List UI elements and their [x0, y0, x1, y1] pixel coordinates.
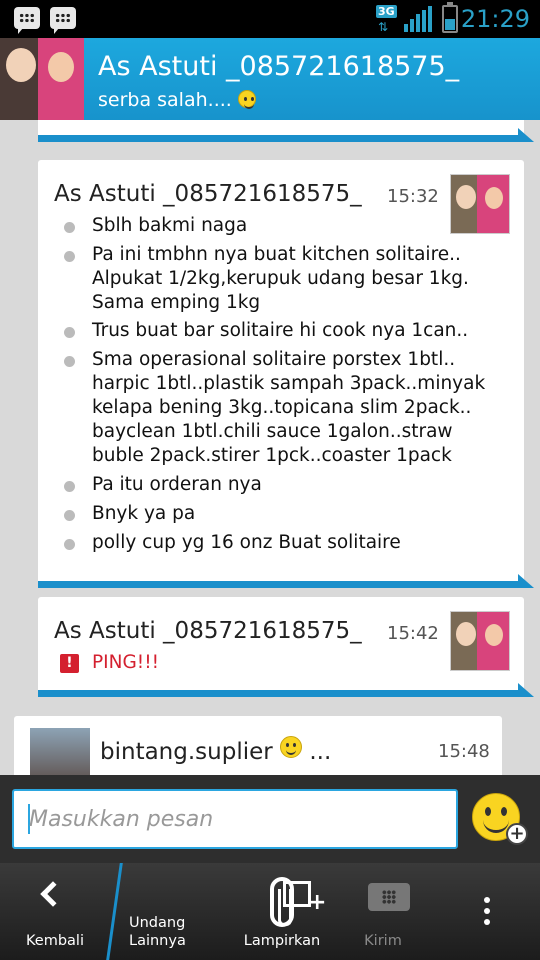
message-sender: As Astuti _085721618575_	[54, 618, 362, 644]
message-sender: As Astuti _085721618575_	[54, 181, 362, 207]
bbm-notification-icon[interactable]	[50, 7, 76, 34]
message-text: Trus buat bar solitaire hi cook nya 1can…	[92, 320, 469, 341]
message-text: Sma operasional solitaire porstex 1btl..…	[92, 349, 486, 466]
invite-others-button[interactable]: Undang Lainnya	[120, 863, 326, 960]
smiley-emoticon-icon	[280, 736, 303, 758]
message-bullet-icon	[64, 356, 75, 367]
send-button[interactable]: Kirim	[338, 863, 428, 960]
ping-text: PING!!!	[92, 652, 160, 673]
sender-avatar[interactable]	[30, 728, 90, 775]
action-bar: Kembali Undang Lainnya Lampirkan Kirim	[0, 863, 540, 960]
message-bubble-previous	[38, 120, 534, 142]
message-time: 15:32	[387, 186, 439, 207]
send-label: Kirim	[364, 933, 402, 949]
bbm-send-icon	[368, 883, 410, 911]
status-bar: 3G ⇅ 21:29	[0, 0, 540, 38]
back-arrow-icon	[40, 881, 66, 907]
ping-alert-icon: !	[60, 654, 79, 673]
message-input-placeholder: Masukkan pesan	[29, 807, 214, 832]
attach-button[interactable]: Lampirkan	[232, 863, 332, 960]
chat-header[interactable]: As Astuti _085721618575_ serba salah....	[0, 38, 540, 120]
message-text: Pa ini tmbhn nya buat kitchen solitaire.…	[92, 244, 469, 313]
contact-name: As Astuti _085721618575_	[98, 51, 460, 82]
invite-label-line1: Undang	[129, 915, 186, 931]
bbm-notification-icon[interactable]	[14, 7, 40, 34]
message-text: Bnyk ya pa	[92, 503, 196, 524]
conversation-area[interactable]: As Astuti _085721618575_ 15:32 Sblh bakm…	[0, 120, 540, 775]
overflow-menu-icon[interactable]	[484, 897, 490, 903]
back-label: Kembali	[26, 933, 84, 949]
message-sender: bintang.suplier ...	[100, 736, 331, 765]
attach-label: Lampirkan	[243, 933, 321, 949]
back-button[interactable]: Kembali	[0, 863, 110, 960]
message-bullet-icon	[64, 251, 75, 262]
signal-strength-icon	[404, 6, 434, 32]
message-input[interactable]: Masukkan pesan	[12, 789, 458, 849]
message-bullet-icon	[64, 510, 75, 521]
message-text: Sblh bakmi naga	[92, 215, 248, 236]
message-text: Pa itu orderan nya	[92, 474, 262, 495]
compose-bar: Masukkan pesan +	[0, 775, 540, 863]
message-time: 15:42	[387, 623, 439, 644]
sender-avatar[interactable]	[450, 611, 510, 671]
message-bullet-icon	[64, 481, 75, 492]
smiley-emoticon-icon	[237, 90, 256, 109]
invite-label-line2: Lainnya	[129, 933, 186, 949]
data-transfer-icon: ⇅	[378, 20, 388, 34]
clock: 21:29	[460, 5, 530, 33]
message-text: polly cup yg 16 onz Buat solitaire	[92, 532, 401, 553]
contact-avatar[interactable]	[0, 38, 84, 120]
message-bullet-icon	[64, 539, 75, 550]
message-bubble-outgoing[interactable]: bintang.suplier ... 15:48	[14, 716, 502, 775]
contact-status: serba salah....	[98, 89, 256, 111]
message-bullet-icon	[64, 327, 75, 338]
network-type-indicator: 3G	[376, 5, 397, 18]
battery-icon	[442, 2, 458, 33]
message-bullet-icon	[64, 222, 75, 233]
add-emoticon-icon[interactable]: +	[506, 823, 528, 845]
message-bubble[interactable]: As Astuti _085721618575_ 15:42	[38, 597, 534, 697]
message-time: 15:48	[438, 741, 490, 762]
